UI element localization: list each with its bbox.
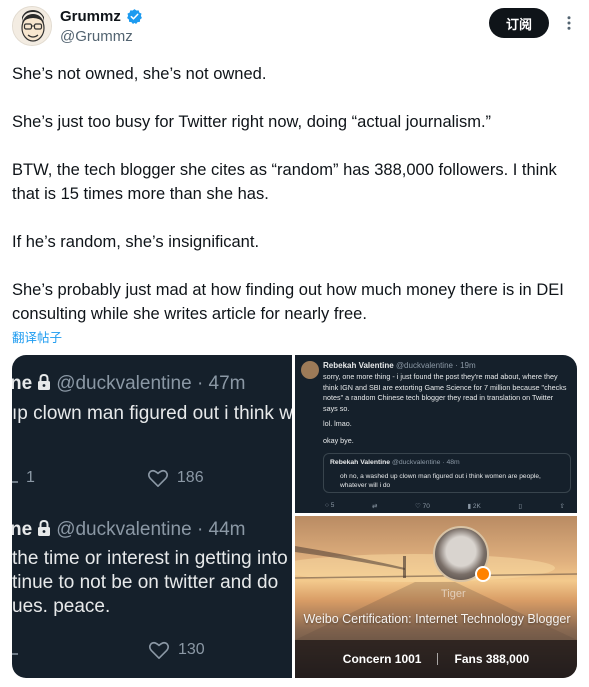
quoted-post-text: oh no, a washed up clown man figured out… [340, 473, 541, 489]
like-icon[interactable] [148, 640, 170, 660]
post-header: ne @duckvalentine · 47m [12, 373, 246, 395]
like-count: 70 [422, 503, 430, 510]
post-text-line: lol. lmao. [323, 419, 352, 428]
avatar[interactable] [12, 6, 52, 46]
author-display-name[interactable]: Grummz [60, 8, 121, 25]
media-image-top-right[interactable]: Rebekah Valentine @duckvalentine · 19m s… [295, 355, 577, 513]
tweet-paragraph: If he’s random, she’s insignificant. [12, 233, 260, 251]
profile-name: Tiger [441, 588, 466, 600]
share-icon[interactable]: ⇧ [560, 502, 565, 510]
tweet-paragraph: She’s not owned, she’s not owned. [12, 65, 267, 83]
retweet-icon[interactable] [12, 470, 24, 486]
reply-metric[interactable]: ○ 5 [325, 502, 334, 510]
author-name-row: Grummz [60, 8, 143, 25]
views-count: 2K [472, 503, 481, 510]
post-text-line: the time or interest in getting into [12, 548, 288, 569]
fans-count: Fans 388,000 [454, 652, 530, 666]
author-name: Rebekah Valentine [323, 361, 394, 370]
follow-button[interactable]: 订阅 [489, 8, 549, 38]
reply-count: 5 [330, 502, 335, 509]
quoted-post-header: Rebekah Valentine @duckvalentine · 48m [330, 459, 460, 466]
lock-icon [38, 373, 51, 390]
post-text-line: says so. [323, 403, 350, 413]
media-image-left[interactable]: ne @duckvalentine · 47m ıp clown man figu… [12, 355, 292, 678]
post-metrics: ○ 5 ⇄ ♡ 70 ▮ 2K ▯ ⇧ [325, 502, 565, 510]
post-header: Rebekah Valentine @duckvalentine · 19m [323, 361, 476, 370]
quoted-post[interactable]: Rebekah Valentine @duckvalentine · 48m o… [323, 453, 571, 493]
stats-divider [437, 653, 439, 665]
post-text-line: notes" a random Chinese tech blogger the… [323, 393, 554, 402]
like-count: 186 [176, 469, 204, 486]
post-text: ıp clown man figured out i think w [12, 403, 292, 424]
tweet-paragraph: BTW, the tech blogger she cites as “rand… [12, 161, 557, 203]
retweet-icon[interactable]: ⇄ [372, 502, 377, 510]
quoted-author-name: Rebekah Valentine [330, 459, 391, 466]
bookmark-icon[interactable]: ▯ [518, 502, 522, 510]
tweet-paragraph: She’s just too busy for Twitter right no… [12, 113, 492, 131]
quoted-handle-time: @duckvalentine · 48m [391, 459, 460, 466]
post-text-line: ues. peace. [12, 596, 111, 617]
avatar-cartoon-icon [13, 7, 51, 45]
views-icon: ▮ [467, 503, 472, 510]
author-handle[interactable]: @Grummz [60, 28, 133, 45]
like-metric[interactable]: ♡ 70 [415, 502, 430, 510]
post-metrics: 130 [12, 640, 205, 660]
media-image-bottom-right[interactable]: Tiger Weibo Certification: Internet Tech… [295, 516, 577, 678]
translate-post-link[interactable]: 翻译帖子 [12, 327, 62, 346]
like-count: 130 [178, 641, 205, 658]
concern-count: Concern 1001 [342, 652, 422, 666]
like-icon: ♡ [414, 503, 421, 510]
author-handle-time: @duckvalentine · 47m [56, 373, 246, 394]
certification-text: Weibo Certification: Internet Technology… [303, 612, 571, 626]
retweet-count: 1 [26, 469, 35, 486]
retweet-icon[interactable] [12, 642, 24, 658]
profile-stats: Concern 1001 Fans 388,000 [295, 640, 577, 678]
post-text-line: think IGN and SBI are extorting Game Sci… [323, 382, 567, 392]
post-metrics: 1 186 [12, 468, 204, 488]
tweet-paragraph: She’s probably just mad at how finding o… [12, 281, 564, 323]
post-text-line: tinue to not be on twitter and do [12, 572, 279, 593]
media-grid: ne @duckvalentine · 47m ıp clown man figu… [12, 355, 577, 678]
verified-badge-icon [126, 9, 142, 24]
author-name-fragment: ne [12, 373, 33, 394]
post-text-line: sorry, one more thing - i just found the… [323, 372, 558, 381]
author-name-fragment: ne [12, 519, 33, 540]
reply-icon: ○ [325, 502, 329, 509]
more-options-icon[interactable] [560, 14, 578, 32]
post-header: ne @duckvalentine · 44m [12, 519, 246, 541]
author-handle-time: @duckvalentine · 19m [395, 361, 476, 370]
verified-badge-icon [475, 566, 491, 582]
avatar [301, 361, 319, 379]
like-icon[interactable] [147, 468, 169, 488]
author-handle-time: @duckvalentine · 44m [56, 519, 246, 540]
views-metric[interactable]: ▮ 2K [467, 502, 480, 510]
lock-icon [38, 519, 51, 536]
post-text-line: okay bye. [323, 436, 354, 445]
